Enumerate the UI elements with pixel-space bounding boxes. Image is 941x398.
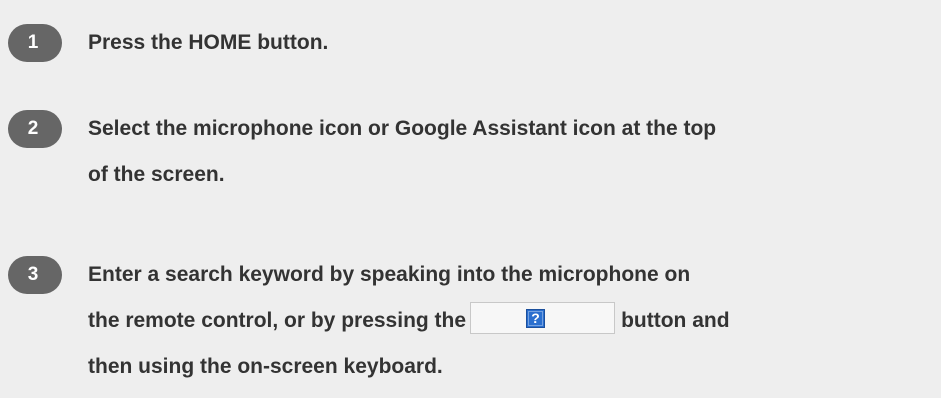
help-icon: ?	[526, 309, 546, 329]
step-2-text: Select the microphone icon or Google Ass…	[88, 106, 933, 198]
step-2-text-line-1: Select the microphone icon or Google Ass…	[88, 117, 717, 140]
step-1-text: Press the HOME button.	[88, 31, 329, 54]
step-2-number-badge: 2	[8, 110, 62, 148]
step-3-text-line-3: then using the on-screen keyboard.	[88, 355, 443, 378]
step-3-text: Enter a search keyword by speaking into …	[88, 252, 933, 390]
step-3-text-line-2b: button and	[621, 309, 730, 332]
step-2-text-line-2: of the screen.	[88, 163, 225, 186]
step-3-text-line-1: Enter a search keyword by speaking into …	[88, 263, 691, 286]
step-1-number-badge: 1	[8, 24, 62, 62]
step-3-text-line-2a: the remote control, or by pressing the	[88, 309, 467, 332]
remote-help-button: ?	[470, 302, 616, 335]
step-3-number-badge: 3	[8, 256, 62, 294]
